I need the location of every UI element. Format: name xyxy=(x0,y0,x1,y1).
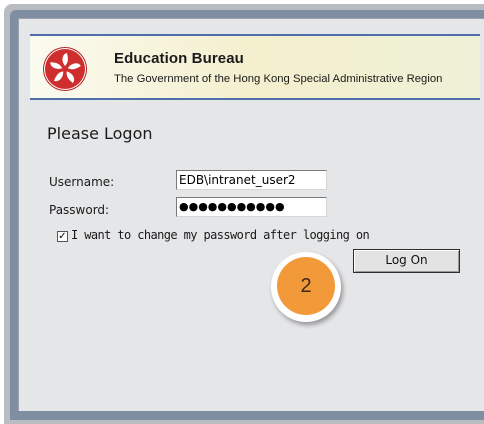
step-number-badge: 2 xyxy=(277,257,335,315)
organization-name: Education Bureau xyxy=(114,50,244,67)
page-title: Please Logon xyxy=(47,124,153,143)
change-password-checkbox[interactable]: ✓ xyxy=(57,231,68,242)
change-password-label: I want to change my password after loggi… xyxy=(71,228,370,242)
username-label: Username: xyxy=(49,175,115,189)
header-banner: Education Bureau The Government of the H… xyxy=(30,34,480,100)
username-field[interactable]: EDB\intranet_user2 xyxy=(176,170,327,190)
organization-subtitle: The Government of the Hong Kong Special … xyxy=(114,73,443,85)
bauhinia-emblem-icon xyxy=(45,49,85,89)
log-on-button[interactable]: Log On xyxy=(353,249,460,273)
password-field[interactable]: ●●●●●●●●●●● xyxy=(176,197,327,217)
password-label: Password: xyxy=(49,203,110,217)
